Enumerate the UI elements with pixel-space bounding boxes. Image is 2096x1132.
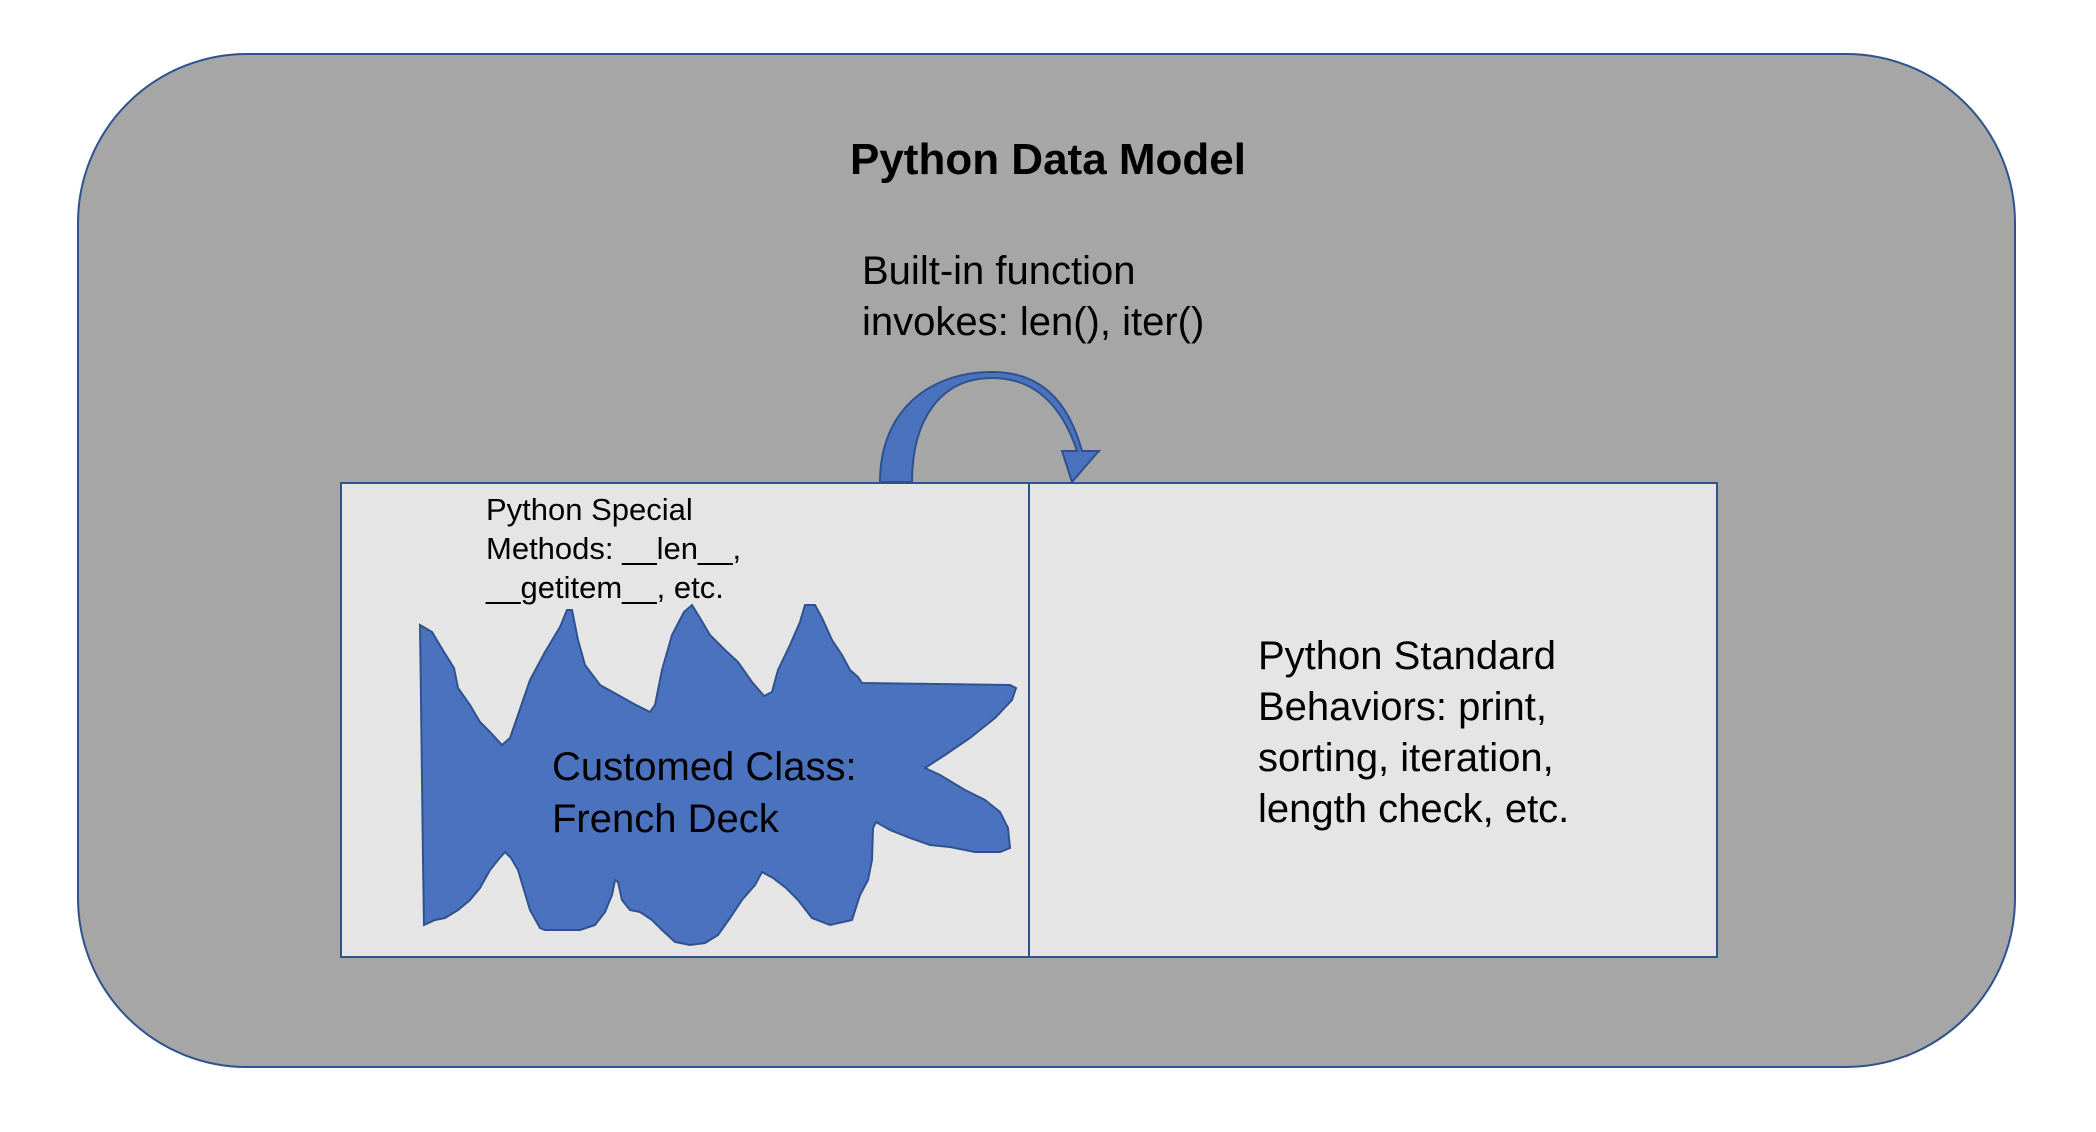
standard-behaviors-line-4: length check, etc.	[1258, 787, 1570, 831]
special-methods-label: Python Special Methods: __len__, __getit…	[486, 490, 816, 607]
special-methods-line-1: Python Special	[486, 492, 693, 527]
custom-class-line-2: French Deck	[552, 797, 779, 841]
standard-behaviors-line-3: sorting, iteration,	[1258, 736, 1554, 780]
curved-arrow-icon	[878, 370, 1102, 485]
custom-class-label: Customed Class: French Deck	[552, 741, 932, 845]
standard-behaviors-line-2: Behaviors: print,	[1258, 685, 1548, 729]
diagram-graphics	[418, 370, 1102, 947]
special-methods-line-2: Methods: __len__,	[486, 531, 742, 566]
standard-behaviors-line-1: Python Standard	[1258, 634, 1556, 678]
custom-class-line-1: Customed Class:	[552, 745, 857, 789]
standard-behaviors-label: Python Standard Behaviors: print, sortin…	[1258, 631, 1698, 835]
special-methods-line-3: __getitem__, etc.	[486, 570, 724, 605]
